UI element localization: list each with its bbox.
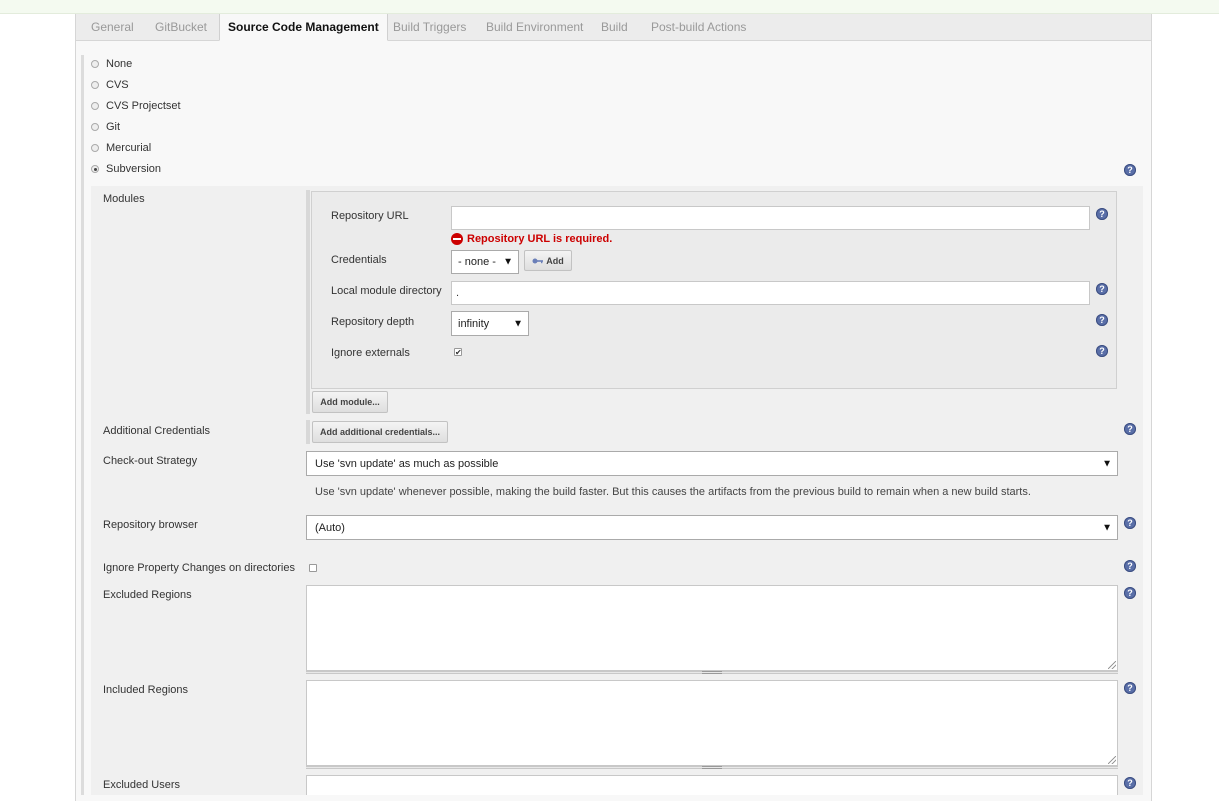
- scm-option-none[interactable]: None: [91, 56, 132, 72]
- ignore-externals-checkbox[interactable]: ✔: [454, 348, 462, 357]
- checkout-strategy-value: Use 'svn update' as much as possible: [315, 457, 499, 470]
- radio-none[interactable]: [91, 60, 99, 68]
- local-module-directory-input[interactable]: .: [451, 281, 1090, 305]
- tab-build-environment[interactable]: Build Environment: [486, 20, 583, 34]
- included-regions-textarea[interactable]: [306, 680, 1118, 766]
- section-stripe: [81, 55, 84, 795]
- excluded-regions-label: Excluded Regions: [103, 589, 192, 601]
- tab-post-build-actions[interactable]: Post-build Actions: [651, 20, 746, 34]
- scm-option-git[interactable]: Git: [91, 119, 120, 135]
- repository-url-input[interactable]: [451, 206, 1090, 230]
- ignore-externals-label: Ignore externals: [331, 347, 410, 359]
- textarea-resize-bar[interactable]: [306, 766, 1118, 769]
- excluded-users-textarea[interactable]: [306, 775, 1118, 795]
- error-icon: [451, 233, 463, 245]
- scm-option-mercurial[interactable]: Mercurial: [91, 140, 151, 156]
- modules-label: Modules: [103, 193, 145, 205]
- excluded-users-label: Excluded Users: [103, 779, 181, 791]
- scm-option-label: None: [106, 58, 133, 70]
- repository-depth-value: infinity: [458, 317, 490, 330]
- add-module-button[interactable]: Add module...: [312, 391, 388, 413]
- key-icon: [532, 258, 544, 263]
- help-icon[interactable]: ?: [1124, 777, 1136, 789]
- help-icon[interactable]: ?: [1096, 208, 1108, 220]
- modules-stripe: [306, 190, 310, 414]
- chevron-down-icon: ▼: [503, 256, 513, 268]
- tab-general[interactable]: General: [91, 20, 134, 34]
- scm-option-label: CVS Projectset: [106, 100, 181, 112]
- scm-option-label: Git: [106, 121, 121, 133]
- scm-option-subversion[interactable]: Subversion: [91, 161, 161, 177]
- help-icon[interactable]: ?: [1096, 345, 1108, 357]
- scm-option-cvs[interactable]: CVS: [91, 77, 129, 93]
- checkout-strategy-select[interactable]: Use 'svn update' as much as possible ▼: [306, 451, 1118, 476]
- add-credentials-button[interactable]: Add: [524, 250, 572, 271]
- credentials-label: Credentials: [331, 254, 387, 266]
- credentials-select[interactable]: - none - ▼: [451, 250, 519, 274]
- top-strip: [0, 0, 1219, 14]
- repository-browser-select[interactable]: (Auto) ▼: [306, 515, 1118, 540]
- included-regions-label: Included Regions: [103, 684, 189, 696]
- checkout-strategy-label: Check-out Strategy: [103, 455, 198, 467]
- repository-depth-label: Repository depth: [331, 316, 415, 328]
- scm-option-label: Mercurial: [106, 142, 152, 154]
- help-icon[interactable]: ?: [1124, 587, 1136, 599]
- credentials-stripe: [306, 420, 310, 444]
- scm-option-label: Subversion: [106, 163, 162, 175]
- tab-build[interactable]: Build: [601, 20, 628, 34]
- help-icon[interactable]: ?: [1124, 164, 1136, 176]
- help-icon[interactable]: ?: [1096, 314, 1108, 326]
- radio-cvs-projectset[interactable]: [91, 102, 99, 110]
- tab-build-triggers[interactable]: Build Triggers: [393, 20, 466, 34]
- repository-url-error: Repository URL is required.: [451, 233, 612, 245]
- checkout-strategy-description: Use 'svn update' whenever possible, maki…: [315, 486, 1031, 498]
- local-module-directory-label: Local module directory: [331, 285, 442, 297]
- help-icon[interactable]: ?: [1124, 517, 1136, 529]
- repository-browser-value: (Auto): [315, 521, 345, 534]
- repository-browser-label: Repository browser: [103, 519, 198, 531]
- tab-source-code-management[interactable]: Source Code Management: [219, 14, 388, 41]
- chevron-down-icon: ▼: [513, 318, 523, 329]
- help-icon[interactable]: ?: [1124, 560, 1136, 572]
- repository-url-label: Repository URL: [331, 210, 409, 222]
- additional-credentials-label: Additional Credentials: [103, 425, 211, 437]
- radio-git[interactable]: [91, 123, 99, 131]
- repository-depth-select[interactable]: infinity ▼: [451, 311, 529, 336]
- radio-subversion[interactable]: [91, 165, 99, 173]
- radio-cvs[interactable]: [91, 81, 99, 89]
- error-message: Repository URL is required.: [467, 233, 613, 245]
- resize-grip-icon[interactable]: [1108, 661, 1116, 669]
- credentials-value: - none -: [458, 256, 496, 268]
- add-additional-credentials-button[interactable]: Add additional credentials...: [312, 421, 448, 443]
- excluded-regions-textarea[interactable]: [306, 585, 1118, 671]
- radio-mercurial[interactable]: [91, 144, 99, 152]
- help-icon[interactable]: ?: [1096, 283, 1108, 295]
- chevron-down-icon: ▼: [1102, 522, 1112, 533]
- scm-option-cvs-projectset[interactable]: CVS Projectset: [91, 98, 181, 114]
- ignore-property-changes-checkbox[interactable]: [309, 564, 317, 572]
- resize-grip-icon[interactable]: [1108, 756, 1116, 764]
- ignore-property-changes-label: Ignore Property Changes on directories: [103, 562, 295, 574]
- chevron-down-icon: ▼: [1102, 458, 1112, 469]
- config-tab-bar: General GitBucket Source Code Management…: [75, 14, 1152, 41]
- help-icon[interactable]: ?: [1124, 682, 1136, 694]
- tab-gitbucket[interactable]: GitBucket: [155, 20, 207, 34]
- help-icon[interactable]: ?: [1124, 423, 1136, 435]
- scm-option-label: CVS: [106, 79, 129, 91]
- textarea-resize-bar[interactable]: [306, 671, 1118, 674]
- add-button-label: Add: [546, 255, 564, 266]
